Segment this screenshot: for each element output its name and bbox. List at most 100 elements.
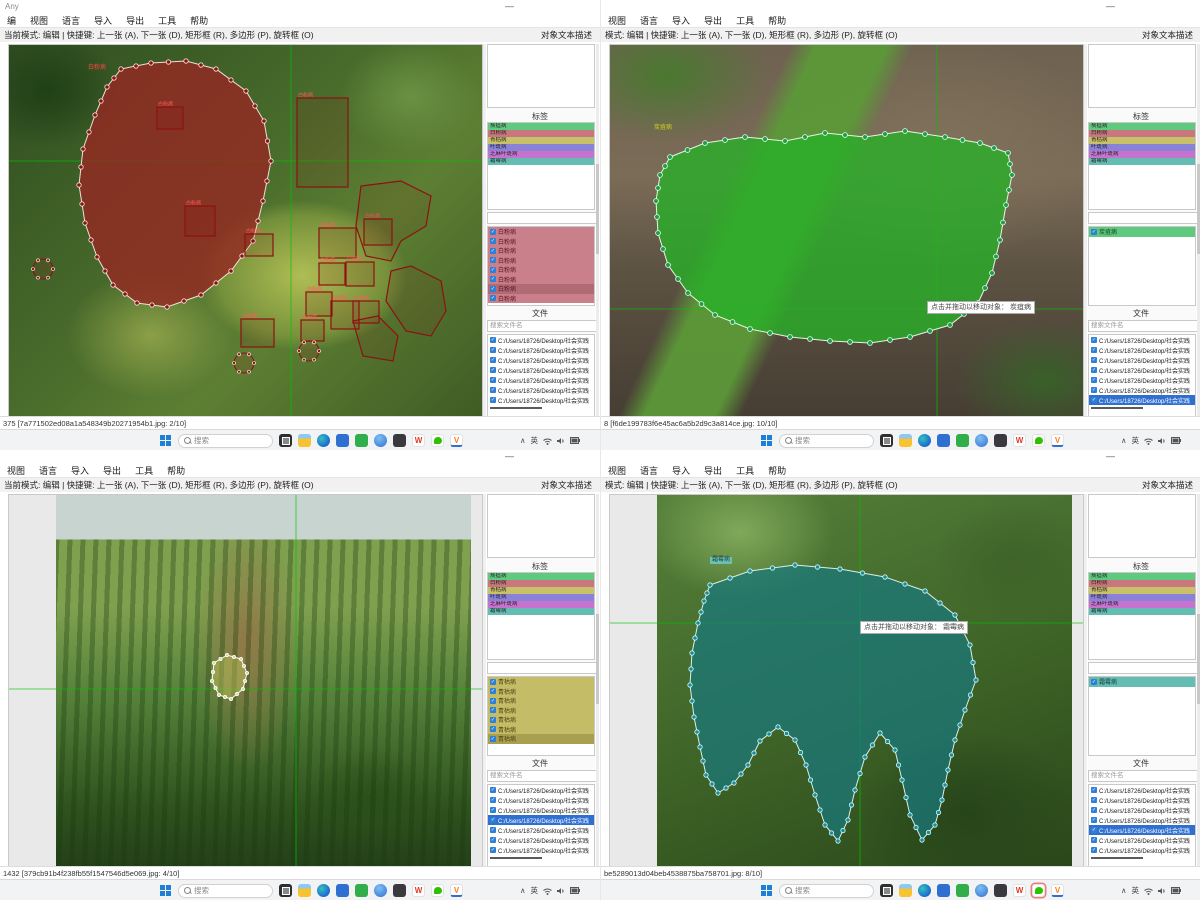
green-app-icon[interactable] — [355, 884, 368, 897]
menu-item[interactable]: 语言 — [633, 14, 665, 27]
v-app-icon[interactable]: V — [450, 434, 463, 447]
file-item[interactable]: ✓C:/Users/18726/Desktop/社会实践 — [488, 365, 594, 375]
label-search-input[interactable] — [1088, 212, 1198, 224]
menu-item[interactable]: 视图 — [601, 464, 633, 477]
checkbox-icon[interactable]: ✓ — [490, 698, 496, 704]
checkbox-icon[interactable]: ✓ — [490, 276, 496, 282]
wifi-icon[interactable] — [1144, 887, 1153, 895]
wechat-icon[interactable] — [1032, 434, 1045, 447]
file-explorer-icon[interactable] — [298, 884, 311, 897]
mail-app-icon[interactable] — [937, 434, 950, 447]
checkbox-icon[interactable]: ✓ — [1091, 357, 1097, 363]
checkbox-icon[interactable]: ✓ — [1091, 817, 1097, 823]
checkbox-icon[interactable]: ✓ — [490, 387, 496, 393]
checkbox-icon[interactable]: ✓ — [1091, 837, 1097, 843]
file-item[interactable]: ✓C:/Users/18726/Desktop/社会实践 — [1089, 835, 1195, 845]
object-item[interactable]: ✓霜霉病 — [1089, 677, 1195, 687]
menu-item[interactable]: 帮助 — [761, 14, 793, 27]
file-item[interactable]: ✓C:/Users/18726/Desktop/社会实践 — [488, 355, 594, 365]
checkbox-icon[interactable]: ✓ — [490, 736, 496, 742]
object-item[interactable]: ✓青枯病 — [488, 696, 594, 706]
menu-item[interactable]: 导入 — [87, 14, 119, 27]
menu-item[interactable]: 工具 — [128, 464, 160, 477]
qq-icon[interactable] — [374, 434, 387, 447]
checkbox-icon[interactable]: ✓ — [490, 726, 496, 732]
label-item[interactable]: 青枯病 — [488, 137, 594, 144]
wps-icon[interactable]: W — [1013, 884, 1026, 897]
object-item[interactable]: ✓炭疽病 — [1089, 227, 1195, 237]
label-item[interactable]: 叶斑病 — [488, 594, 594, 601]
file-explorer-icon[interactable] — [899, 884, 912, 897]
image-canvas[interactable] — [8, 494, 483, 868]
checkbox-icon[interactable]: ✓ — [490, 267, 496, 273]
wifi-icon[interactable] — [543, 437, 552, 445]
checkbox-icon[interactable]: ✓ — [490, 847, 496, 853]
canvas-scrollbar[interactable] — [483, 44, 486, 416]
menu-item[interactable]: 视图 — [23, 14, 55, 27]
file-item[interactable]: ✓C:/Users/18726/Desktop/社会实践 — [1089, 355, 1195, 365]
object-item[interactable]: ✓青枯病 — [488, 715, 594, 725]
menu-item[interactable]: 工具 — [729, 464, 761, 477]
checkbox-icon[interactable]: ✓ — [1091, 797, 1097, 803]
volume-icon[interactable] — [557, 887, 565, 895]
label-item[interactable]: 霜霉病 — [488, 608, 594, 615]
file-item[interactable]: ✓C:/Users/18726/Desktop/社会实践 — [488, 835, 594, 845]
object-item[interactable]: ✓青枯病 — [488, 725, 594, 735]
image-canvas[interactable]: 炭疽病 点击并拖动以移动对象： 炭疽病 — [609, 44, 1084, 418]
task-view-icon[interactable] — [279, 434, 292, 447]
label-item[interactable]: 白粉病 — [1089, 580, 1195, 587]
checkbox-icon[interactable]: ✓ — [490, 257, 496, 263]
taskbar-search-input[interactable]: 搜索 — [178, 434, 273, 448]
file-item[interactable]: ✓C:/Users/18726/Desktop/社会实践 — [488, 395, 594, 405]
sidebar-scrollbar[interactable] — [596, 44, 599, 416]
tray-indicator[interactable]: 英 — [531, 435, 539, 446]
file-item[interactable]: ✓C:/Users/18726/Desktop/社会实践 — [488, 785, 594, 795]
wechat-icon[interactable] — [431, 884, 444, 897]
canvas-scrollbar[interactable] — [1084, 44, 1087, 416]
mail-app-icon[interactable] — [937, 884, 950, 897]
checkbox-icon[interactable]: ✓ — [1091, 397, 1097, 403]
volume-icon[interactable] — [557, 437, 565, 445]
object-item[interactable]: ✓白粉病 — [488, 237, 594, 247]
minimize-button[interactable]: — — [1106, 0, 1115, 13]
file-item[interactable]: ✓C:/Users/18726/Desktop/社会实践 — [488, 825, 594, 835]
checkbox-icon[interactable]: ✓ — [490, 347, 496, 353]
image-canvas[interactable]: 霜霉病 点击并拖动以移动对象： 霜霉病 — [609, 494, 1084, 868]
checkbox-icon[interactable]: ✓ — [1091, 229, 1097, 235]
tray-indicator[interactable]: ∧ — [520, 886, 526, 895]
checkbox-icon[interactable]: ✓ — [1091, 367, 1097, 373]
file-list-hscrollbar[interactable] — [490, 857, 542, 859]
tray-indicator[interactable]: ∧ — [1121, 886, 1127, 895]
menu-item[interactable]: 导出 — [96, 464, 128, 477]
label-item[interactable]: 白粉病 — [1089, 130, 1195, 137]
canvas-scrollbar[interactable] — [1084, 494, 1087, 866]
label-item[interactable]: 白粉病 — [488, 580, 594, 587]
tray-indicator[interactable]: 英 — [531, 885, 539, 896]
label-item[interactable]: 芝麻叶斑病 — [488, 601, 594, 608]
taskbar-search-input[interactable]: 搜索 — [178, 884, 273, 898]
menu-item[interactable]: 视图 — [601, 14, 633, 27]
qq-icon[interactable] — [374, 884, 387, 897]
checkbox-icon[interactable]: ✓ — [490, 717, 496, 723]
mail-app-icon[interactable] — [336, 434, 349, 447]
checkbox-icon[interactable]: ✓ — [1091, 337, 1097, 343]
tray-indicator[interactable]: ∧ — [1121, 436, 1127, 445]
file-search-input[interactable]: 搜索文件名 — [1088, 770, 1198, 782]
green-app-icon[interactable] — [956, 884, 969, 897]
tray-indicator[interactable]: ∧ — [520, 436, 526, 445]
label-item[interactable]: 霜霉病 — [488, 158, 594, 165]
windows-start-button[interactable] — [160, 435, 172, 447]
label-item[interactable]: 炭疽病 — [488, 123, 594, 130]
file-item[interactable]: ✓C:/Users/18726/Desktop/社会实践 — [488, 335, 594, 345]
file-item[interactable]: ✓C:/Users/18726/Desktop/社会实践 — [1089, 845, 1195, 855]
file-item[interactable]: ✓C:/Users/18726/Desktop/社会实践 — [1089, 815, 1195, 825]
file-item[interactable]: ✓C:/Users/18726/Desktop/社会实践 — [1089, 365, 1195, 375]
minimize-button[interactable]: — — [505, 0, 514, 13]
edge-browser-icon[interactable] — [918, 434, 931, 447]
file-item[interactable]: ✓C:/Users/18726/Desktop/社会实践 — [488, 375, 594, 385]
label-item[interactable]: 青枯病 — [1089, 587, 1195, 594]
menu-item[interactable]: 视图 — [0, 464, 32, 477]
task-view-icon[interactable] — [880, 434, 893, 447]
menu-item[interactable]: 语言 — [55, 14, 87, 27]
object-item[interactable]: ✓白粉病 — [488, 294, 594, 304]
